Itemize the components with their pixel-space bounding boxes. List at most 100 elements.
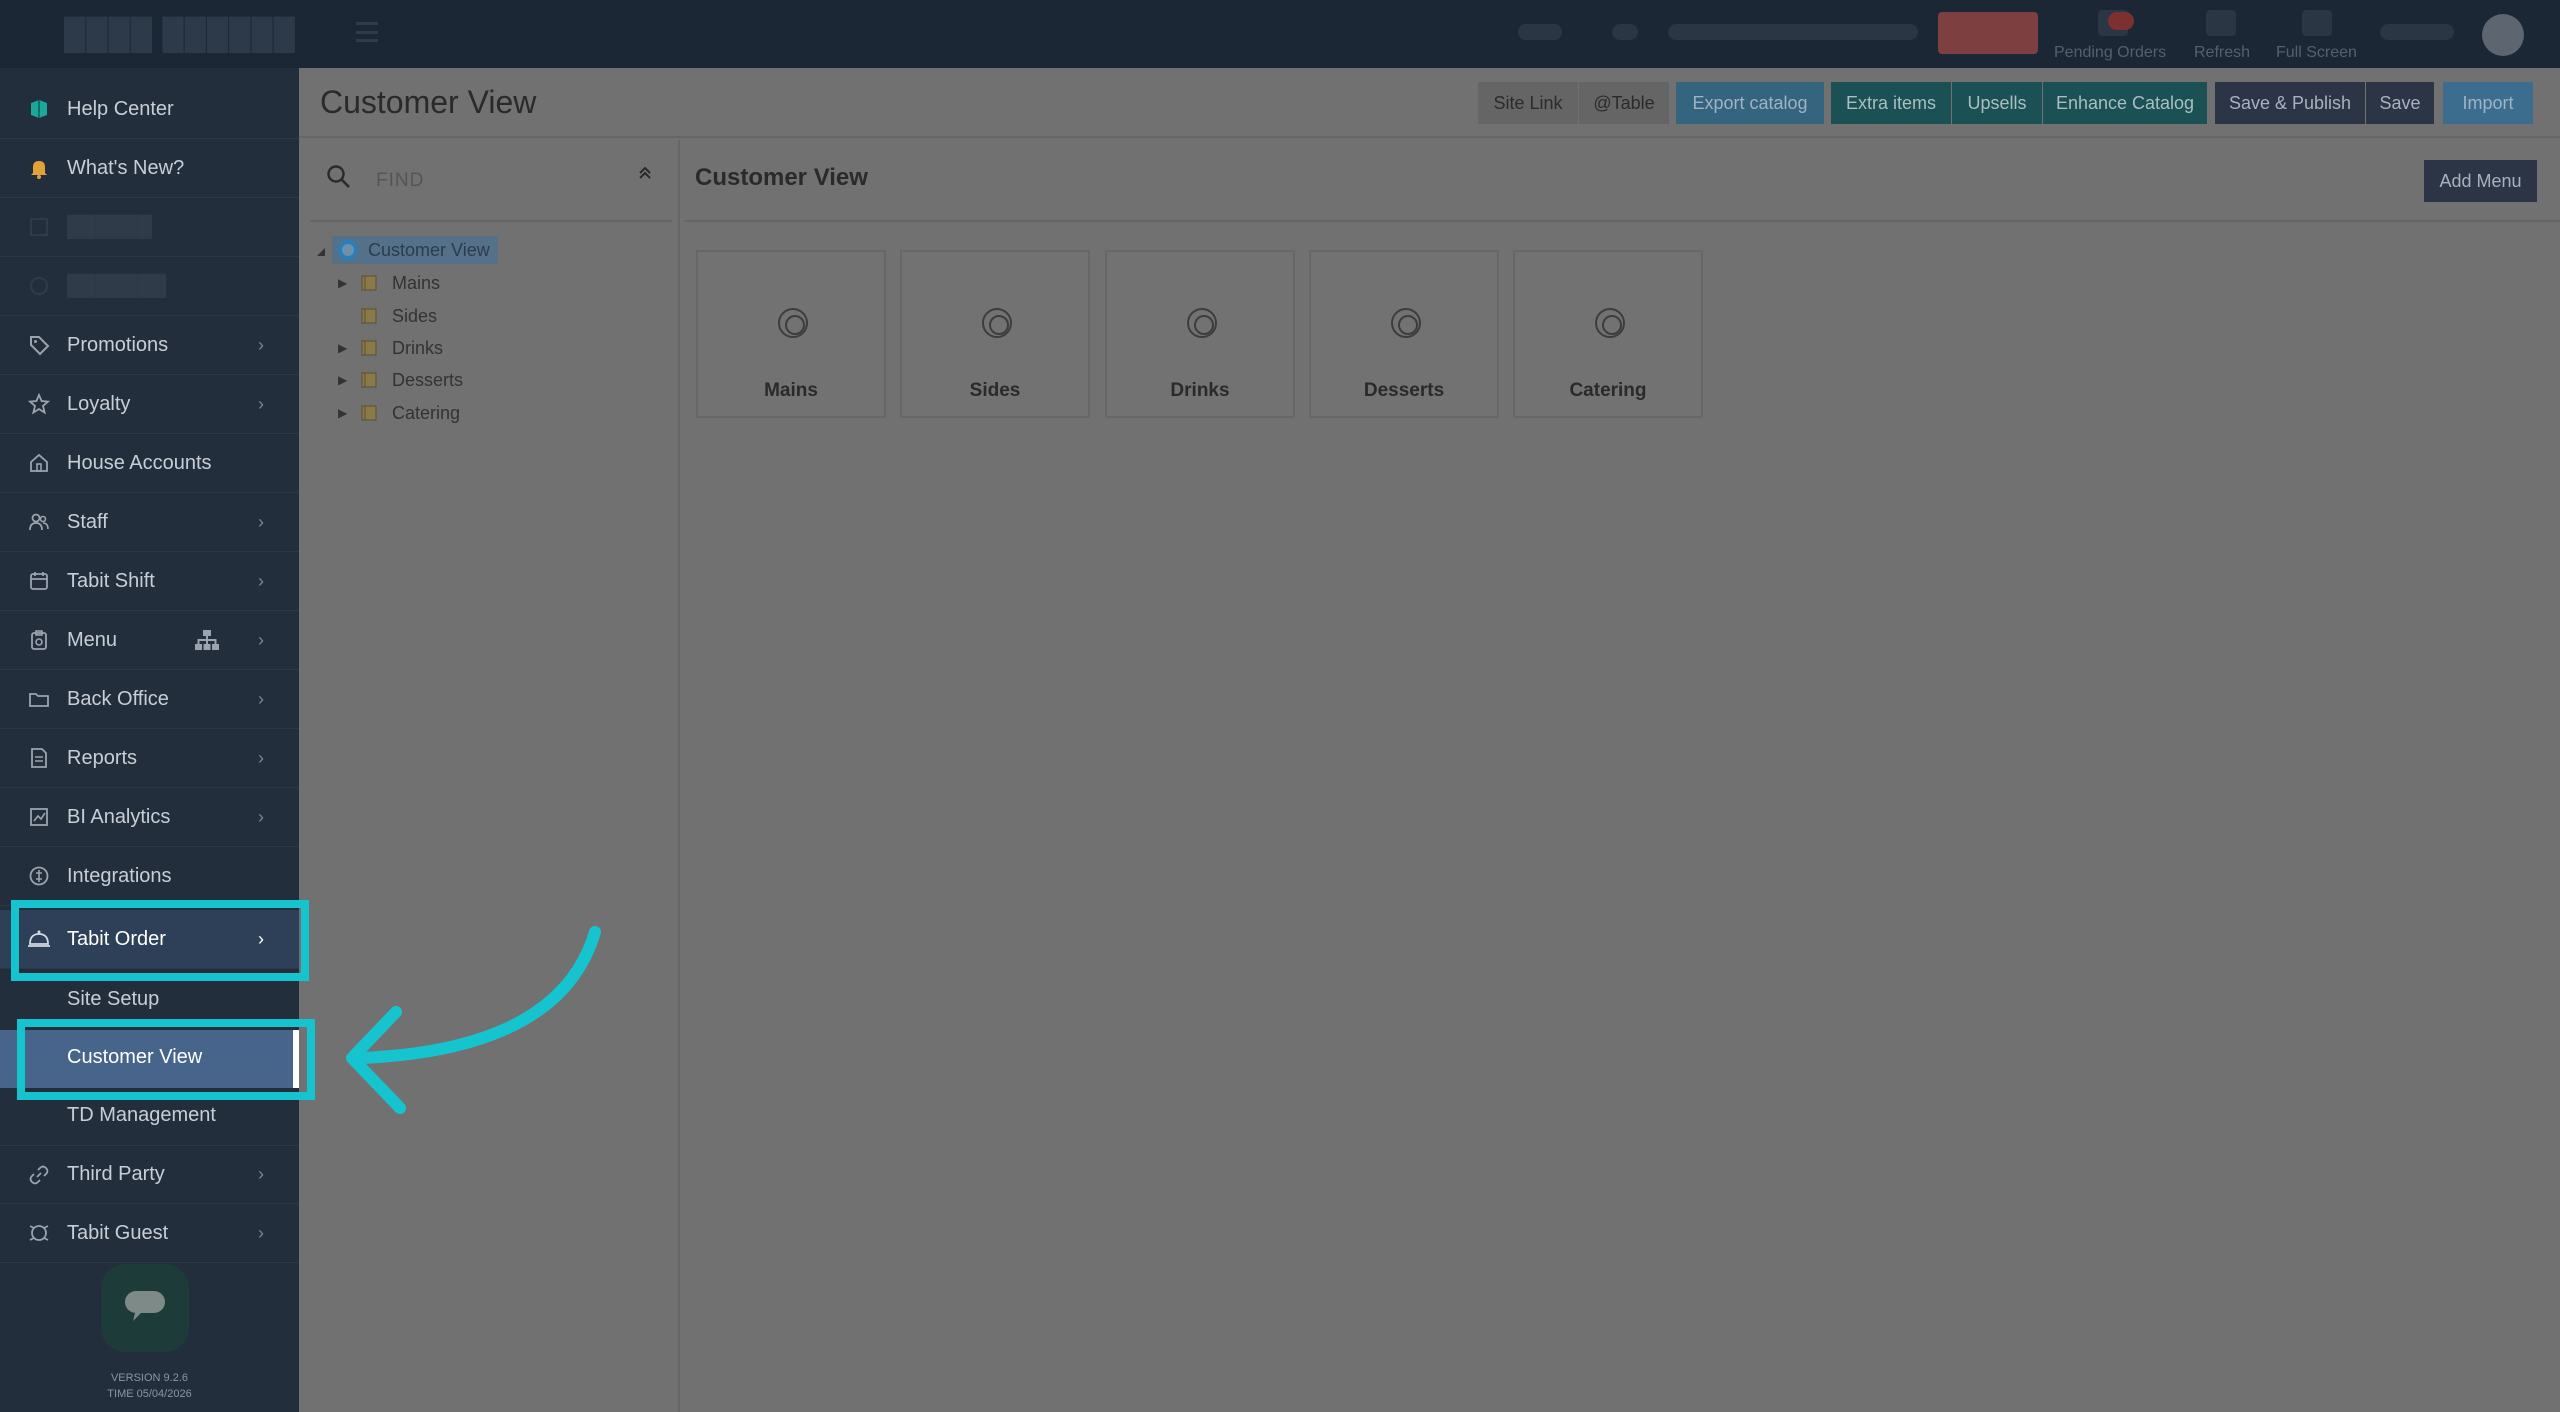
sidebar-item-third-party[interactable]: Third Party ›: [0, 1145, 299, 1204]
sidebar-item-hidden-1[interactable]: ██████: [0, 198, 299, 257]
pending-orders-label[interactable]: Pending Orders: [2054, 44, 2166, 62]
chevron-right-icon: ›: [258, 747, 264, 768]
search-icon: [326, 164, 352, 195]
header-divider: [299, 136, 2560, 138]
category-folder-icon: [360, 339, 380, 357]
sidebar-item-tabit-shift[interactable]: Tabit Shift ›: [0, 552, 299, 611]
menu-card-label: Catering: [1569, 380, 1647, 401]
radio-icon: [1391, 308, 1421, 338]
sidebar-item-house-accounts[interactable]: House Accounts: [0, 434, 299, 493]
avatar[interactable]: [2482, 14, 2524, 56]
tree-root-label: Customer View: [368, 239, 490, 260]
category-folder-icon: [360, 307, 380, 325]
tree-node-label: Catering: [392, 402, 461, 423]
expand-arrow-icon[interactable]: ▶: [334, 406, 360, 420]
full-screen-icon[interactable]: [2302, 10, 2332, 36]
sidebar-item-integrations[interactable]: Integrations: [0, 847, 299, 906]
tree-node-drinks[interactable]: ▶ Drinks: [334, 334, 443, 362]
hamburger-menu-icon[interactable]: [356, 22, 378, 42]
sidebar-item-label: Tabit Shift: [67, 569, 155, 592]
sidebar-item-label: Staff: [67, 510, 108, 533]
blurred-username: [2380, 24, 2454, 40]
radio-icon: [778, 308, 808, 338]
category-folder-icon: [360, 371, 380, 389]
full-screen-label[interactable]: Full Screen: [2276, 44, 2357, 62]
sidebar-item-label: House Accounts: [67, 451, 212, 474]
tree-node-label: Desserts: [392, 369, 464, 390]
tree-node-sides[interactable]: Sides: [334, 302, 437, 330]
search-input[interactable]: FIND: [376, 170, 424, 192]
hierarchy-icon[interactable]: [194, 629, 220, 656]
menu-card-catering[interactable]: Catering: [1513, 250, 1703, 418]
expand-arrow-icon[interactable]: ▶: [334, 341, 360, 355]
sidebar-item-label: ██████: [67, 215, 153, 238]
clipboard-icon: [26, 627, 52, 653]
tree-node-label: Mains: [392, 272, 441, 293]
menu-card-mains[interactable]: Mains: [696, 250, 886, 418]
blurred-text: [1668, 24, 1918, 40]
menu-card-desserts[interactable]: Desserts: [1309, 250, 1499, 418]
upsells-button[interactable]: Upsells: [1952, 82, 2042, 124]
highlight-box-customer-view: [17, 1019, 315, 1100]
at-table-button[interactable]: @Table: [1579, 82, 1669, 124]
expand-arrow-icon[interactable]: ▶: [334, 373, 360, 387]
sidebar-item-label: Help Center: [67, 97, 174, 120]
chevron-right-icon: ›: [258, 688, 264, 709]
menu-card-sides[interactable]: Sides: [900, 250, 1090, 418]
integrations-icon: [26, 863, 52, 889]
blurred-red-button[interactable]: [1938, 12, 2038, 54]
house-icon: [26, 450, 52, 476]
chevron-right-icon: ›: [258, 806, 264, 827]
site-link-button[interactable]: Site Link: [1478, 82, 1578, 124]
menu-card-label: Drinks: [1170, 380, 1230, 401]
find-box[interactable]: FIND: [310, 150, 672, 208]
add-menu-button[interactable]: Add Menu: [2424, 160, 2537, 202]
refresh-label[interactable]: Refresh: [2194, 44, 2250, 62]
refresh-icon[interactable]: [2206, 10, 2236, 36]
export-catalog-button[interactable]: Export catalog: [1676, 82, 1824, 124]
sidebar-item-menu[interactable]: Menu ›: [0, 611, 299, 670]
import-button[interactable]: Import: [2443, 82, 2533, 124]
tree-node-desserts[interactable]: ▶ Desserts: [334, 366, 463, 394]
tree-node-catering[interactable]: ▶ Catering: [334, 399, 460, 427]
sidebar-item-staff[interactable]: Staff ›: [0, 493, 299, 552]
bell-icon: [26, 155, 52, 181]
chevron-right-icon: ›: [258, 1164, 264, 1184]
tree-node-mains[interactable]: ▶ Mains: [334, 269, 440, 297]
sidebar-item-tabit-guest[interactable]: Tabit Guest ›: [0, 1204, 299, 1263]
chart-icon: [26, 804, 52, 830]
help-center-icon: [26, 96, 52, 122]
collapse-all-icon[interactable]: [636, 164, 654, 187]
sidebar-item-reports[interactable]: Reports ›: [0, 729, 299, 788]
chevron-right-icon: ›: [258, 511, 264, 532]
sidebar-item-back-office[interactable]: Back Office ›: [0, 670, 299, 729]
link-icon: [26, 1162, 52, 1188]
sidebar-item-loyalty[interactable]: Loyalty ›: [0, 375, 299, 434]
sidebar-item-whats-new[interactable]: What's New?: [0, 139, 299, 198]
enhance-catalog-button[interactable]: Enhance Catalog: [2043, 82, 2207, 124]
tree-collapse-arrow-icon[interactable]: [316, 244, 326, 262]
top-bar: ████ ██████ Pending Orders Refresh Full …: [0, 0, 2560, 68]
expand-arrow-icon[interactable]: ▶: [334, 276, 360, 290]
highlight-box-tabit-order: [11, 900, 309, 981]
sidebar-item-hidden-2[interactable]: ███████: [0, 257, 299, 316]
radio-icon: [982, 308, 1012, 338]
time-text: TIME 05/04/2026: [107, 1388, 192, 1400]
tree-root-node[interactable]: Customer View: [332, 236, 498, 264]
save-and-publish-button[interactable]: Save & Publish: [2215, 82, 2365, 124]
menu-card-drinks[interactable]: Drinks: [1105, 250, 1295, 418]
extra-items-button[interactable]: Extra items: [1831, 82, 1951, 124]
sidebar-item-help-center[interactable]: Help Center: [0, 80, 299, 139]
sidebar-item-label: BI Analytics: [67, 805, 171, 828]
menu-card-label: Sides: [969, 380, 1021, 401]
chat-icon: [123, 1289, 167, 1328]
sidebar-item-bi-analytics[interactable]: BI Analytics ›: [0, 788, 299, 847]
chat-button[interactable]: [101, 1264, 189, 1352]
pending-orders-badge: [2108, 12, 2134, 30]
tree-panel: [310, 140, 680, 1412]
sidebar-item-label: ███████: [67, 274, 167, 297]
save-button[interactable]: Save: [2366, 82, 2434, 124]
content-title: Customer View: [695, 164, 868, 191]
sidebar-item-promotions[interactable]: Promotions ›: [0, 316, 299, 375]
tree-node-label: Drinks: [392, 337, 444, 358]
